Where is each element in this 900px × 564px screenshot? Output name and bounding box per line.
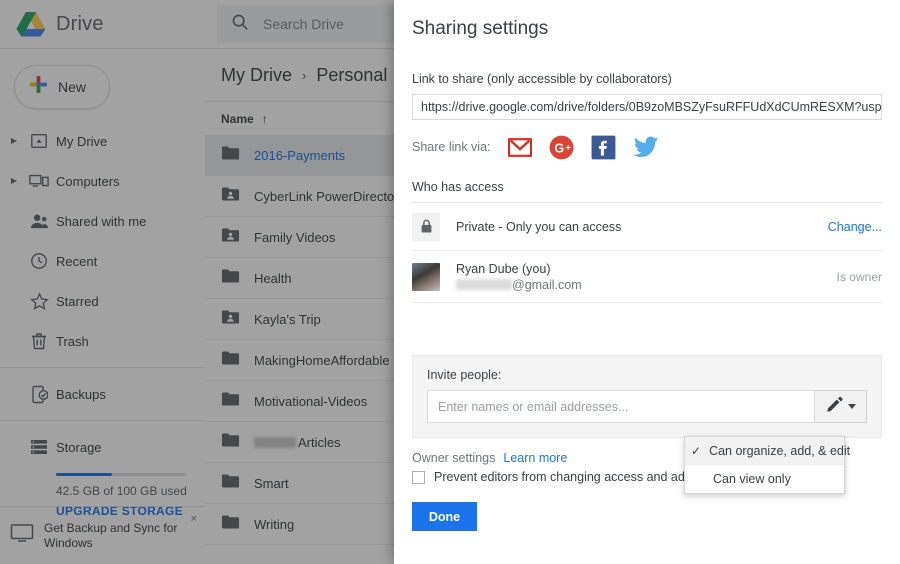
access-visibility-text: Private - Only you can access xyxy=(456,219,622,234)
owner-email: @gmail.com xyxy=(456,277,582,293)
lock-icon xyxy=(412,212,440,241)
gmail-icon[interactable] xyxy=(507,134,533,160)
change-link[interactable]: Change... xyxy=(828,220,882,234)
owner-settings-label: Owner settings xyxy=(412,451,496,465)
done-button[interactable]: Done xyxy=(412,502,477,531)
invite-row: Enter names or email addresses... xyxy=(427,390,867,423)
owner-row: Ryan Dube (you) @gmail.com Is owner xyxy=(412,251,882,303)
owner-info: Ryan Dube (you) @gmail.com xyxy=(456,261,582,293)
screen: Drive New ▶ My Drive ▶ Computers Shared … xyxy=(0,0,900,564)
dialog-title: Sharing settings xyxy=(412,18,549,39)
share-via-label: Share link via: xyxy=(412,140,491,154)
permission-dropdown-button[interactable] xyxy=(815,390,867,423)
menu-item-can-view-only[interactable]: Can view only xyxy=(685,465,844,493)
owner-email-suffix: @gmail.com xyxy=(512,277,582,292)
google-plus-icon[interactable]: G + xyxy=(549,134,575,160)
svg-text:G: G xyxy=(554,141,564,155)
invite-people-label: Invite people: xyxy=(427,368,502,382)
menu-item-label: Can organize, add, & edit xyxy=(709,444,851,458)
chevron-down-icon xyxy=(847,404,856,409)
permission-dropdown-menu: ✓ Can organize, add, & edit Can view onl… xyxy=(684,436,850,494)
redacted-text xyxy=(456,278,512,290)
share-link-input[interactable]: https://drive.google.com/drive/folders/0… xyxy=(412,94,882,120)
facebook-icon[interactable] xyxy=(591,134,617,160)
pencil-icon xyxy=(826,396,843,418)
menu-item-label: Can view only xyxy=(713,472,791,486)
link-to-share-label: Link to share (only accessible by collab… xyxy=(412,72,672,86)
invite-placeholder: Enter names or email addresses... xyxy=(438,399,629,414)
prevent-editors-checkbox[interactable] xyxy=(412,470,425,484)
twitter-icon[interactable] xyxy=(632,134,659,160)
owner-role-text: Is owner xyxy=(836,269,882,284)
invite-input[interactable]: Enter names or email addresses... xyxy=(427,390,815,423)
check-icon: ✓ xyxy=(691,444,702,458)
invite-people-panel: Invite people: Enter names or email addr… xyxy=(412,355,882,438)
avatar xyxy=(412,262,440,291)
who-has-access-label: Who has access xyxy=(412,180,504,194)
svg-text:+: + xyxy=(565,142,571,153)
menu-item-can-organize-add-edit[interactable]: ✓ Can organize, add, & edit xyxy=(685,437,850,465)
share-link-value: https://drive.google.com/drive/folders/0… xyxy=(421,100,881,114)
learn-more-link[interactable]: Learn more xyxy=(503,451,567,465)
access-visibility-row: Private - Only you can access Change... xyxy=(412,203,882,251)
share-via-row: Share link via: G + xyxy=(412,134,882,160)
owner-name: Ryan Dube (you) xyxy=(456,261,551,276)
